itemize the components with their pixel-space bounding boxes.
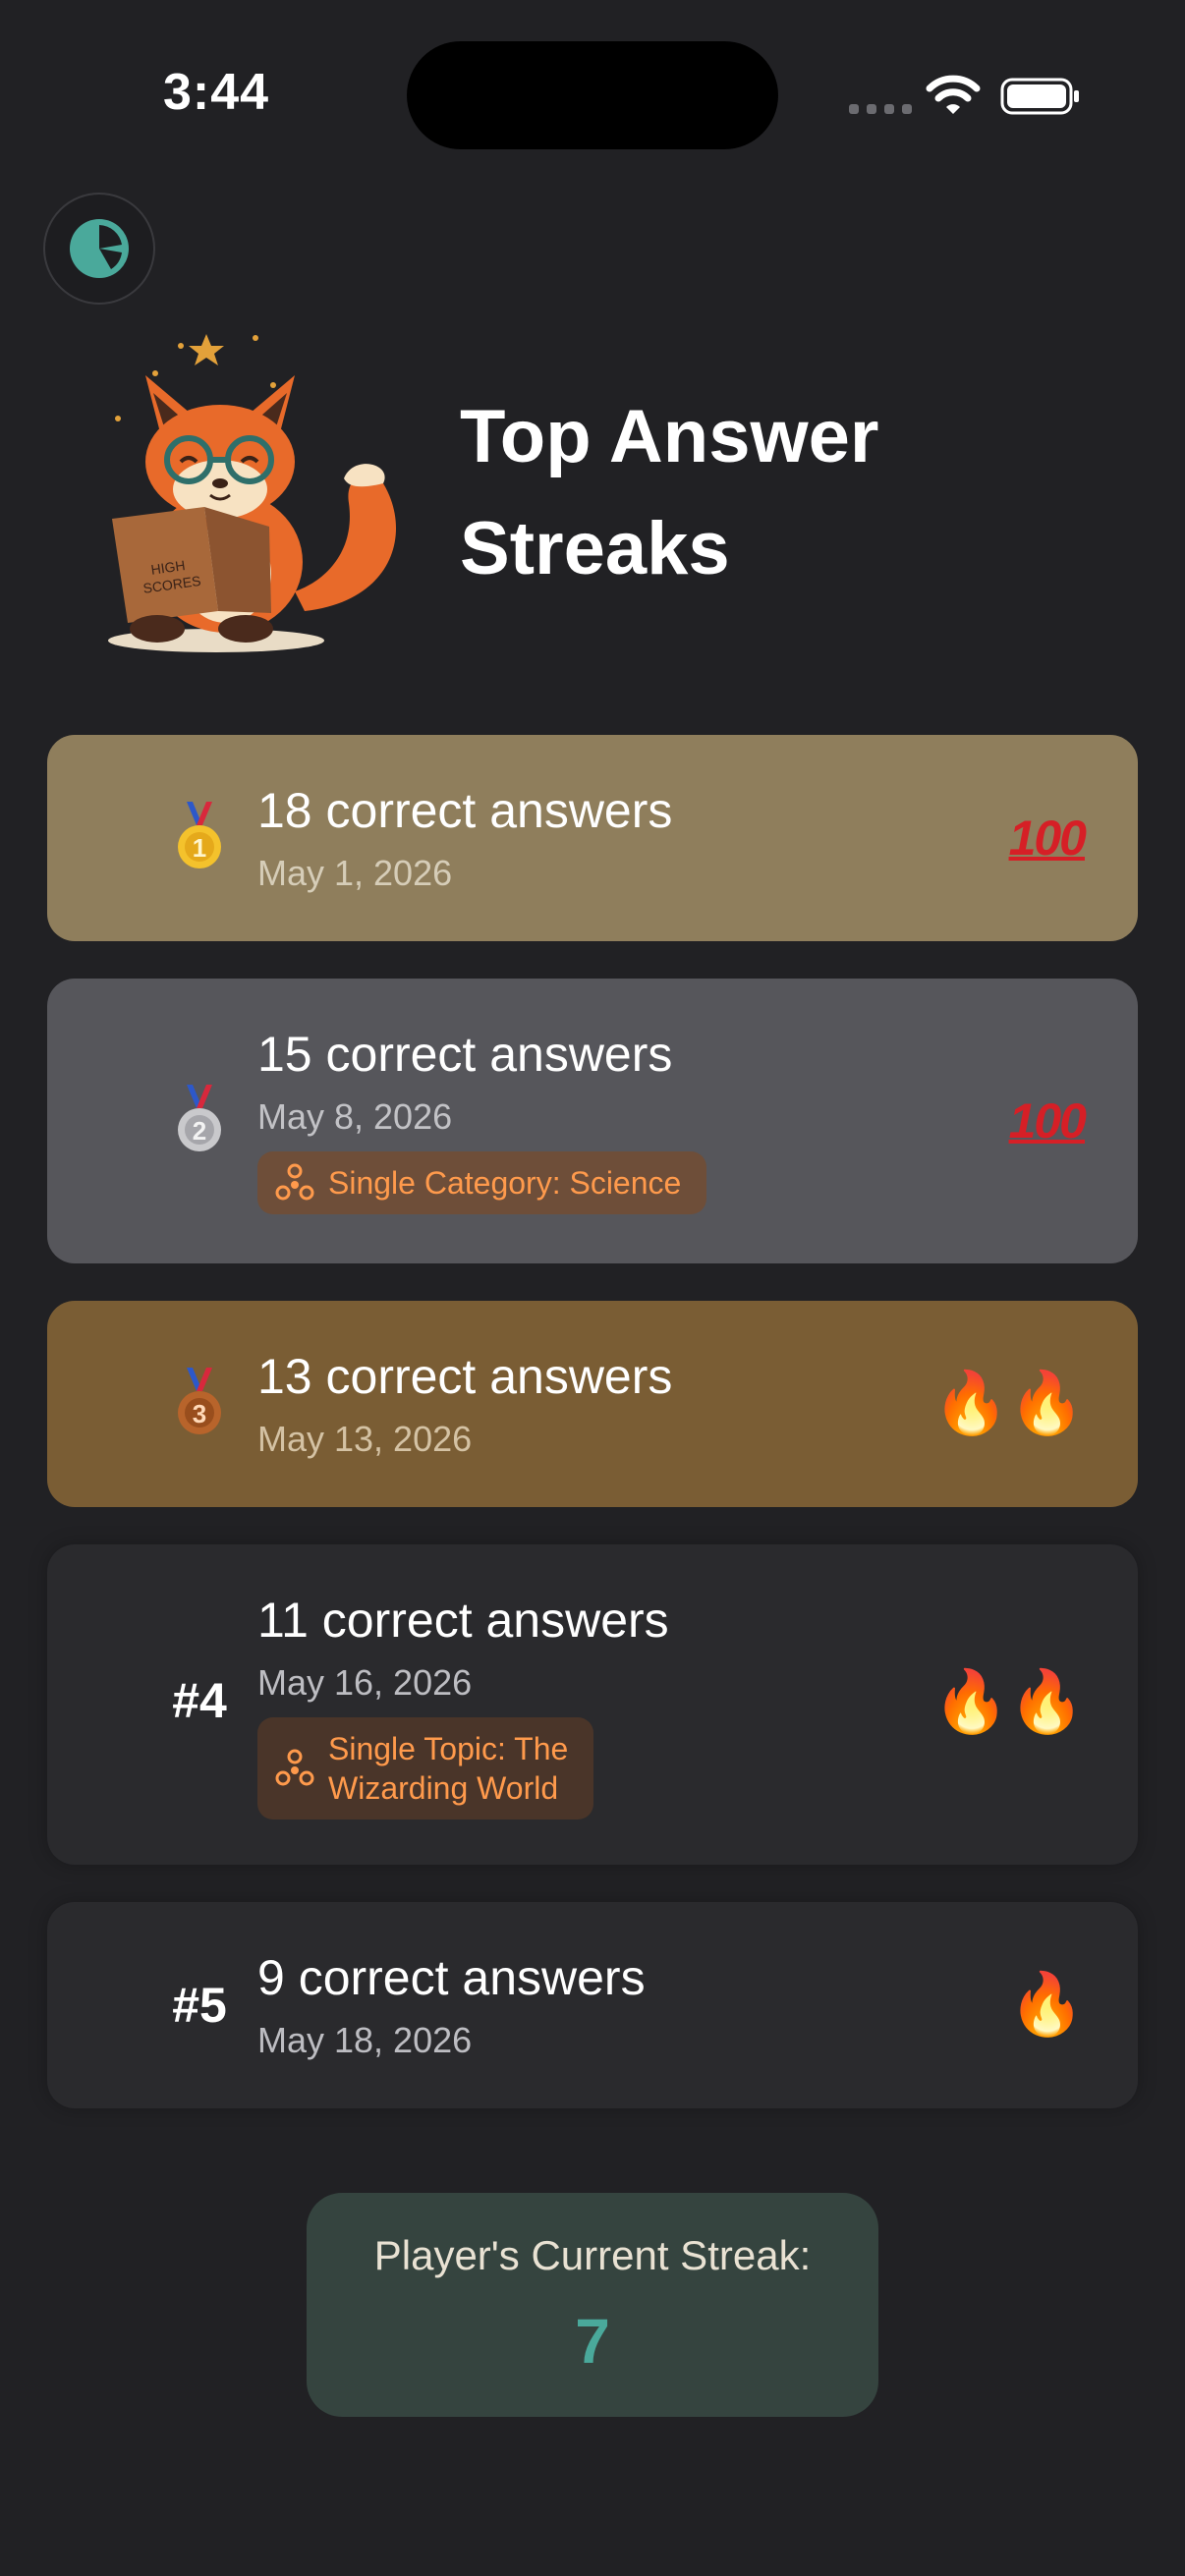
streak-date: May 16, 2026 <box>257 1662 473 1703</box>
streak-card-2[interactable]: 2 15 correct answers May 8, 2026 Single … <box>47 979 1138 1263</box>
statistics-button[interactable] <box>43 193 155 305</box>
streak-card-1[interactable]: 1 18 correct answers May 1, 2026 100 <box>47 735 1138 941</box>
fire-icons: 🔥🔥 <box>932 1668 1085 1736</box>
rank-label: #4 <box>172 1673 227 1728</box>
streak-date: May 18, 2026 <box>257 2020 473 2060</box>
game-mode-label: Single Category: Science <box>328 1165 682 1201</box>
category-nodes-icon <box>275 1163 314 1201</box>
rank-label: #5 <box>172 1978 227 2033</box>
streak-title: 13 correct answers <box>257 1349 673 1404</box>
pie-chart-icon <box>70 219 129 278</box>
fox-mascot-image: HIGH SCORES <box>108 334 397 652</box>
status-bar: 3:44 <box>0 0 1185 196</box>
game-mode-tag: Single Topic: The Wizarding World <box>257 1717 594 1820</box>
streak-date: May 13, 2026 <box>257 1419 473 1459</box>
game-mode-tag: Single Category: Science <box>257 1151 707 1214</box>
game-mode-label-line-2: Wizarding World <box>328 1770 559 1806</box>
streak-title: 18 correct answers <box>257 783 673 838</box>
streak-card-4[interactable]: #4 11 correct answers May 16, 2026 Singl… <box>47 1544 1138 1865</box>
fire-icons: 🔥🔥 <box>932 1370 1085 1437</box>
status-time: 3:44 <box>163 64 270 121</box>
streak-title: 9 correct answers <box>257 1950 646 2005</box>
hundred-points-icon: 100 <box>1008 1093 1087 1148</box>
streak-date: May 1, 2026 <box>257 853 453 893</box>
streak-card-5[interactable]: #5 9 correct answers May 18, 2026 🔥 <box>47 1902 1138 2108</box>
game-mode-label-line-1: Single Topic: The <box>328 1731 569 1766</box>
fire-icon: 🔥 <box>1008 1971 1085 2039</box>
current-streak-label: Player's Current Streak: <box>373 2232 812 2278</box>
hundred-points-icon: 100 <box>1008 811 1087 866</box>
page-title: Top Answer Streaks <box>460 395 879 590</box>
gold-medal-icon: 1 <box>178 802 221 868</box>
dynamic-island <box>407 41 778 149</box>
medal-rank-text: 2 <box>193 1116 206 1146</box>
battery-icon <box>1000 78 1079 115</box>
wifi-icon <box>926 75 981 114</box>
current-streak-panel: Player's Current Streak: 7 <box>307 2193 878 2417</box>
silver-medal-icon: 2 <box>178 1085 221 1151</box>
streak-card-3[interactable]: 3 13 correct answers May 13, 2026 🔥🔥 <box>47 1301 1138 1507</box>
streak-title: 15 correct answers <box>257 1027 673 1082</box>
category-nodes-icon <box>275 1749 314 1786</box>
streak-title: 11 correct answers <box>257 1593 669 1648</box>
medal-rank-text: 3 <box>193 1399 206 1428</box>
current-streak-value: 7 <box>575 2306 610 2377</box>
medal-rank-text: 1 <box>193 833 206 863</box>
cellular-signal-icon <box>849 104 912 114</box>
streak-date: May 8, 2026 <box>257 1096 453 1137</box>
bronze-medal-icon: 3 <box>178 1368 221 1434</box>
